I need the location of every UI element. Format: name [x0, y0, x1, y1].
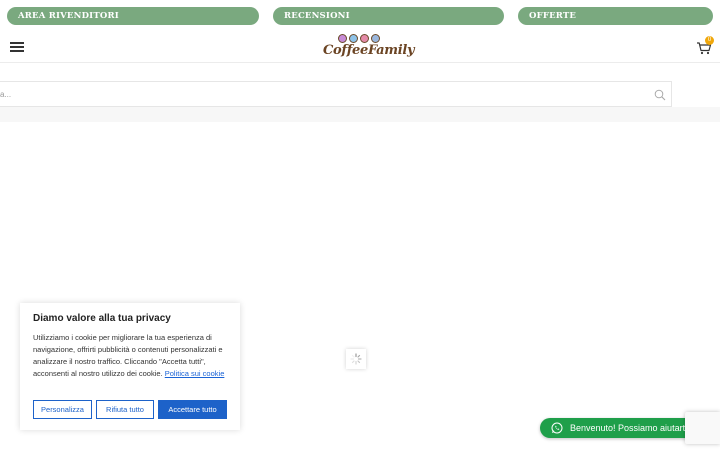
- top-links-bar: AREA RIVENDITORI RECENSIONI OFFERTE: [0, 0, 720, 32]
- whatsapp-label: Benvenuto! Possiamo aiutarti?: [570, 423, 693, 433]
- search-bar: [0, 81, 672, 107]
- cookie-policy-link[interactable]: Politica sui cookie: [165, 369, 225, 378]
- menu-icon[interactable]: [10, 42, 24, 52]
- search-input[interactable]: [0, 82, 640, 106]
- page: AREA RIVENDITORI RECENSIONI OFFERTE Coff…: [0, 0, 720, 450]
- loading-spinner-icon: [346, 349, 366, 369]
- reject-all-button[interactable]: Rifiuta tutto: [96, 400, 154, 419]
- recensioni-link[interactable]: RECENSIONI: [273, 7, 504, 25]
- cookie-title: Diamo valore alla tua privacy: [33, 313, 171, 324]
- cart-count-badge: 0: [705, 36, 714, 45]
- recaptcha-badge[interactable]: [685, 412, 720, 444]
- cookie-description: Utilizziamo i cookie per migliorare la t…: [33, 332, 233, 380]
- offerte-link[interactable]: OFFERTE: [518, 7, 713, 25]
- breadcrumb-band: [0, 107, 720, 122]
- logo-text: CoffeeFamily: [323, 43, 415, 58]
- area-rivenditori-link[interactable]: AREA RIVENDITORI: [7, 7, 259, 25]
- cookie-consent-banner: Diamo valore alla tua privacy Utilizziam…: [20, 303, 240, 430]
- logo-cups: [338, 34, 382, 43]
- site-header: CoffeeFamily 0: [0, 32, 720, 63]
- search-icon[interactable]: [654, 89, 666, 101]
- customize-cookies-button[interactable]: Personalizza: [33, 400, 92, 419]
- accept-all-button[interactable]: Accettare tutto: [158, 400, 227, 419]
- whatsapp-icon: [551, 422, 563, 434]
- site-logo[interactable]: CoffeeFamily: [322, 33, 415, 63]
